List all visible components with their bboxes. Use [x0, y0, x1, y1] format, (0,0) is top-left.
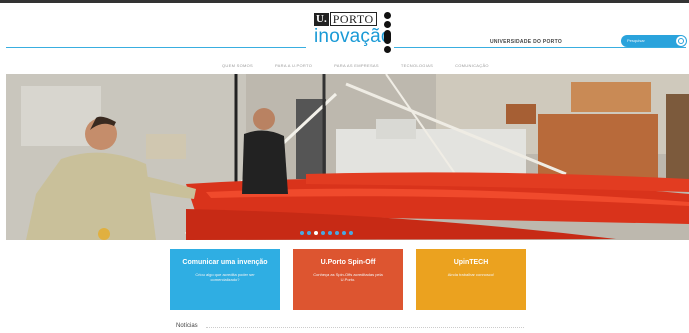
pager-dot[interactable]: [321, 231, 325, 235]
news-heading: Notícias: [176, 323, 198, 329]
news-divider: [206, 327, 524, 328]
slideshow-pager: [300, 231, 353, 235]
pager-dot[interactable]: [300, 231, 304, 235]
tile-comunicar-invencao[interactable]: Comunicar uma invenção Criou algo que ac…: [170, 249, 280, 310]
inovacao-wordmark: inovação: [314, 26, 392, 47]
search-input[interactable]: Pesquisar: [627, 38, 645, 43]
tile-text: Conheça as Spin-Offs acreditadas pela U.…: [313, 272, 383, 282]
pager-dot[interactable]: [342, 231, 346, 235]
tile-title: U.Porto Spin-Off: [320, 259, 376, 266]
tile-title: UpinTECH: [453, 259, 489, 266]
search-icon[interactable]: [676, 36, 686, 46]
header-rule-right: [394, 47, 686, 48]
tile-title: Comunicar uma invenção: [182, 259, 268, 266]
pager-dot[interactable]: [328, 231, 332, 235]
tile-text: Ainda trabalhar connosco!: [447, 272, 495, 277]
hero-slideshow-image[interactable]: [6, 74, 689, 240]
nav-item-comunicacao[interactable]: COMUNICAÇÃO: [455, 63, 489, 68]
uporto-wordmark: U. PORTO: [314, 12, 377, 26]
header-rule-left: [6, 47, 306, 48]
logo-dots-icon: [384, 12, 392, 54]
site-header: U. PORTO inovação UNIVERSIDADE DO PORTO …: [0, 3, 689, 55]
nav-item-quem-somos[interactable]: QUEM SOMOS: [222, 63, 253, 68]
tile-uporto-spinoff[interactable]: U.Porto Spin-Off Conheça as Spin-Offs ac…: [293, 249, 403, 310]
university-link[interactable]: UNIVERSIDADE DO PORTO: [490, 39, 562, 45]
search-box[interactable]: Pesquisar: [621, 35, 687, 47]
pager-dot[interactable]: [307, 231, 311, 235]
tile-upintech[interactable]: UpinTECH Ainda trabalhar connosco!: [416, 249, 526, 310]
uporto-inovacao-logo[interactable]: U. PORTO inovação: [314, 12, 394, 54]
nav-item-tecnologias[interactable]: TECNOLOGIAS: [401, 63, 433, 68]
tile-text: Criou algo que acredita poder ser comerc…: [195, 272, 255, 282]
nav-item-para-as-empresas[interactable]: PARA AS EMPRESAS: [334, 63, 379, 68]
pager-dot-active[interactable]: [314, 231, 318, 235]
main-nav: QUEM SOMOS PARA A U.PORTO PARA AS EMPRES…: [222, 63, 511, 68]
nav-item-para-a-uporto[interactable]: PARA A U.PORTO: [275, 63, 312, 68]
pager-dot[interactable]: [335, 231, 339, 235]
pager-dot[interactable]: [349, 231, 353, 235]
lab-photo: [6, 74, 689, 240]
